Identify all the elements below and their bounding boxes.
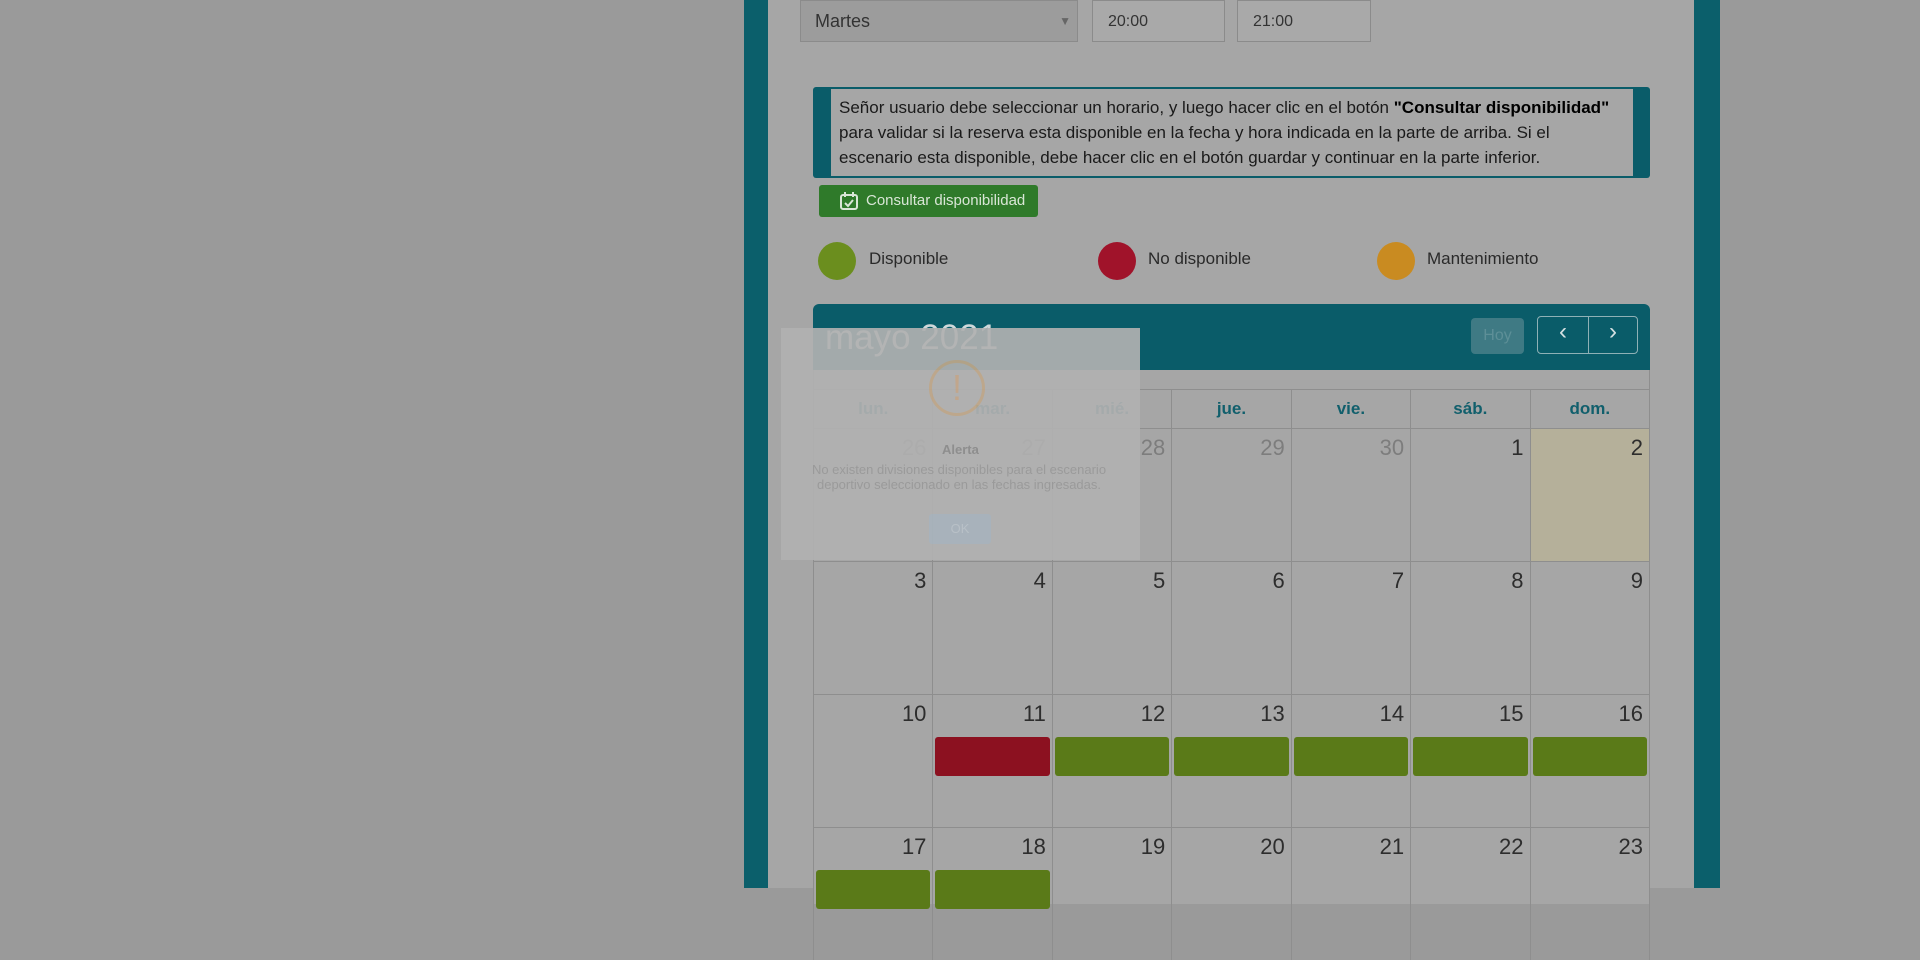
calendar-day-number: 15: [1499, 701, 1524, 726]
prev-month-button[interactable]: ‹: [1538, 317, 1589, 353]
event-available[interactable]: [816, 870, 931, 909]
calendar-day-cell[interactable]: 1: [1410, 428, 1530, 561]
calendar-day-cell[interactable]: 5: [1051, 561, 1172, 694]
calendar-day-cell[interactable]: 3: [813, 561, 933, 694]
calendar-day-cell[interactable]: 2: [1529, 428, 1650, 561]
event-available[interactable]: [935, 870, 1050, 909]
weekday-label: jue.: [1171, 390, 1290, 428]
frame-left-border: [744, 0, 768, 888]
calendar-day-cell[interactable]: 15: [1410, 694, 1530, 827]
legend-dot-maintenance: [1377, 242, 1415, 280]
calendar-week-row: 3 4 5 6 7 8 9: [813, 561, 1650, 694]
calendar-day-cell[interactable]: 23: [1529, 827, 1650, 960]
calendar-day-number: 9: [1630, 568, 1643, 593]
notice-text-bold: "Consultar disponibilidad": [1393, 98, 1610, 117]
calendar-day-cell[interactable]: 11: [932, 694, 1052, 827]
calendar-day-number: 3: [914, 568, 927, 593]
check-availability-button[interactable]: Consultar disponibilidad: [819, 185, 1038, 217]
calendar-nav: ‹ ›: [1537, 316, 1638, 354]
calendar-week-row: 17 18 19 20 21 22 23: [813, 827, 1650, 960]
notice-text-before: Señor usuario debe seleccionar un horari…: [839, 98, 1394, 117]
calendar-day-cell[interactable]: 9: [1529, 561, 1650, 694]
next-month-button[interactable]: ›: [1588, 317, 1638, 353]
calendar-day-cell[interactable]: 14: [1290, 694, 1411, 827]
check-availability-label: Consultar disponibilidad: [866, 192, 1026, 209]
calendar-week-row: 10 11 12 13 14 15 16: [813, 694, 1650, 827]
calendar-day-number: 14: [1379, 701, 1405, 726]
calendar-day-number: 30: [1379, 435, 1405, 460]
calendar-day-number: 7: [1391, 568, 1405, 593]
legend-label-available: Disponible: [869, 249, 949, 268]
calendar-day-number: 2: [1630, 435, 1643, 460]
legend-dot-available: [818, 242, 856, 280]
calendar-day-cell[interactable]: 29: [1171, 428, 1291, 561]
calendar-day-number: 18: [1021, 834, 1046, 859]
event-available[interactable]: [1054, 737, 1170, 776]
legend-dot-unavailable: [1098, 242, 1136, 280]
calendar-day-number: 6: [1272, 568, 1285, 593]
today-button[interactable]: Hoy: [1471, 318, 1524, 354]
calendar-day-number: 11: [1023, 701, 1046, 726]
calendar-day-number: 1: [1511, 435, 1524, 460]
calendar-day-cell[interactable]: 6: [1171, 561, 1291, 694]
calendar-day-cell[interactable]: 20: [1171, 827, 1291, 960]
calendar-day-cell[interactable]: 16: [1529, 694, 1650, 827]
weekday-label: vie.: [1290, 390, 1410, 428]
weekday-label: sáb.: [1410, 390, 1529, 428]
calendar-day-number: 12: [1140, 701, 1166, 726]
chevron-down-icon: ▼: [1059, 14, 1071, 28]
calendar-day-number: 16: [1618, 701, 1643, 726]
calendar-day-number: 28: [1140, 435, 1166, 460]
notice-text-after: para validar si la reserva esta disponib…: [839, 123, 1550, 167]
warning-icon: !: [929, 360, 985, 416]
info-notice-text: Señor usuario debe seleccionar un horari…: [831, 89, 1633, 176]
alert-ok-button[interactable]: OK: [929, 514, 991, 544]
legend-label-maintenance: Mantenimiento: [1427, 249, 1539, 268]
alert-dialog: ! Alerta No existen divisiones disponibl…: [781, 328, 1140, 560]
calendar-day-cell[interactable]: 7: [1290, 561, 1411, 694]
calendar-day-cell[interactable]: 4: [932, 561, 1052, 694]
calendar-day-number: 22: [1499, 834, 1524, 859]
calendar-day-number: 20: [1260, 834, 1285, 859]
event-available[interactable]: [1532, 737, 1647, 776]
calendar-day-cell[interactable]: 10: [813, 694, 933, 827]
calendar-check-icon: [840, 192, 858, 210]
calendar-day-number: 21: [1379, 834, 1405, 859]
calendar-day-number: 5: [1153, 568, 1166, 593]
calendar-day-cell[interactable]: 12: [1051, 694, 1172, 827]
calendar-day-number: 4: [1033, 568, 1046, 593]
event-available[interactable]: [1293, 737, 1409, 776]
info-notice: Señor usuario debe seleccionar un horari…: [813, 87, 1650, 178]
calendar-day-cell[interactable]: 17: [813, 827, 933, 960]
weekday-label: dom.: [1529, 390, 1650, 428]
alert-message: No existen divisiones disponibles para e…: [811, 462, 1107, 492]
time-to-input[interactable]: 21:00: [1237, 0, 1371, 42]
event-unavailable[interactable]: [935, 737, 1050, 776]
calendar-day-cell[interactable]: 13: [1171, 694, 1291, 827]
calendar-day-number: 23: [1618, 834, 1643, 859]
calendar-day-cell[interactable]: 19: [1051, 827, 1172, 960]
calendar-day-number: 10: [901, 701, 927, 726]
event-available[interactable]: [1413, 737, 1528, 776]
legend-label-unavailable: No disponible: [1148, 249, 1252, 268]
calendar-day-number: 19: [1140, 834, 1166, 859]
frame-right-border: [1694, 0, 1720, 888]
calendar-day-number: 13: [1260, 701, 1285, 726]
calendar-day-cell[interactable]: 8: [1410, 561, 1530, 694]
calendar-day-number: 29: [1260, 435, 1285, 460]
calendar-day-cell[interactable]: 21: [1290, 827, 1411, 960]
event-available[interactable]: [1174, 737, 1289, 776]
alert-title: Alerta: [942, 442, 979, 457]
calendar-day-cell[interactable]: 18: [932, 827, 1052, 960]
calendar-day-cell[interactable]: 30: [1290, 428, 1411, 561]
calendar-day-cell[interactable]: 22: [1410, 827, 1530, 960]
calendar-day-number: 8: [1511, 568, 1524, 593]
time-from-input[interactable]: 20:00: [1092, 0, 1225, 42]
day-select[interactable]: Martes ▼: [800, 0, 1078, 42]
calendar-day-number: 17: [901, 834, 927, 859]
day-select-value: Martes: [815, 11, 871, 31]
